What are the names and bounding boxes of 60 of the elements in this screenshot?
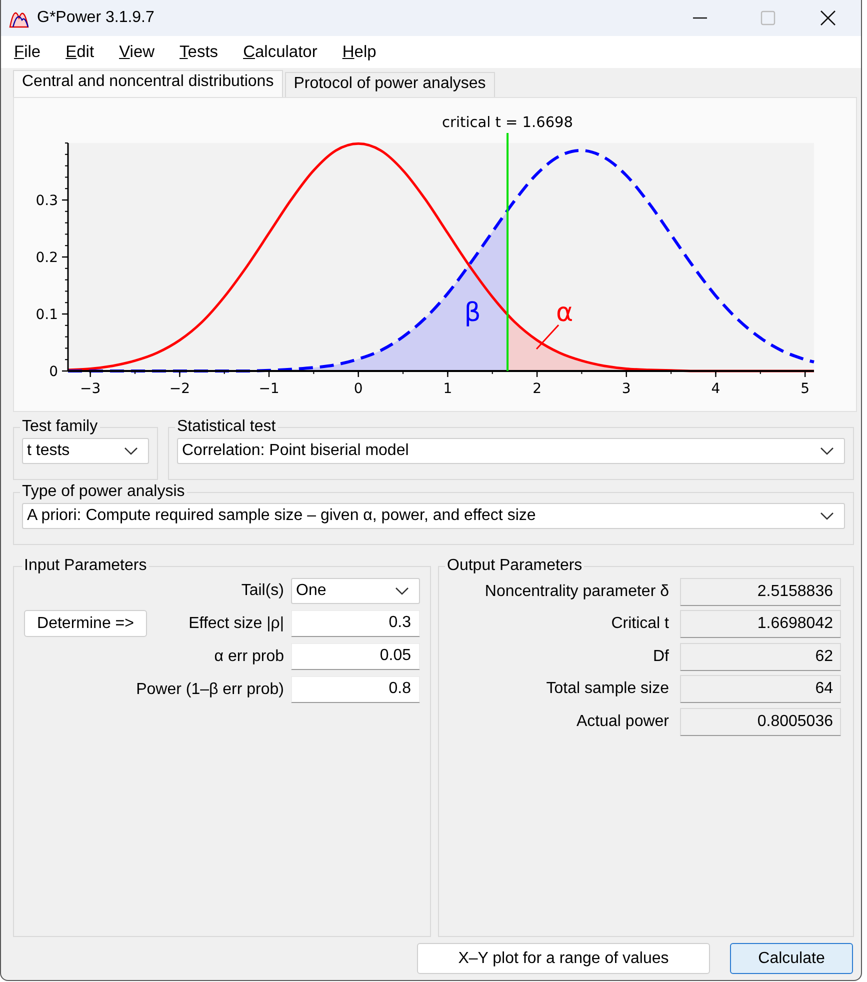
field-label: Tail(s) [240, 582, 284, 600]
axis-label: −2 [169, 381, 190, 397]
tab[interactable]: Protocol of power analyses [284, 72, 495, 97]
output-field: 62 [680, 642, 841, 670]
group-title: Type of power analysis [21, 483, 186, 501]
axis-label: 0.3 [36, 193, 58, 209]
menu-item[interactable]: View [112, 40, 162, 64]
output-field: 1.6698042 [680, 610, 841, 638]
axis-label: 3 [622, 381, 631, 397]
output-field: 2.5158836 [680, 578, 841, 606]
determine-button[interactable]: Determine => [24, 610, 147, 637]
menu-item[interactable]: File [7, 40, 48, 64]
axis-label: 0.2 [36, 250, 58, 266]
menu-item[interactable]: Help [335, 40, 384, 64]
dropdown[interactable]: t tests [22, 438, 149, 464]
axis-label: 2 [532, 381, 542, 397]
menu-item[interactable]: Calculator [236, 40, 324, 64]
group-title: Input Parameters [23, 557, 148, 575]
group-title: Statistical test [176, 418, 277, 436]
axis-label: 0 [49, 364, 58, 380]
close-icon[interactable] [820, 10, 836, 26]
dropdown[interactable]: Correlation: Point biserial model [177, 438, 845, 464]
output-field: 0.8005036 [680, 708, 841, 736]
tab[interactable]: Central and noncentral distributions [13, 70, 283, 97]
field-label: Total sample size [545, 680, 669, 698]
field-label: Actual power [576, 712, 669, 730]
group-title: Output Parameters [446, 557, 584, 575]
plot-button[interactable]: X–Y plot for a range of values [417, 943, 710, 974]
axis-label: 4 [711, 381, 720, 397]
field-label: Critical t [610, 615, 669, 633]
dropdown[interactable]: A priori: Compute required sample size – given α, power, and effect size [22, 503, 845, 529]
output-field: 64 [680, 675, 841, 703]
chevron-icon [124, 447, 138, 455]
menu-item[interactable]: Tests [172, 40, 226, 64]
field-label: Power (1–β err prob) [135, 680, 284, 698]
critical-value-label: critical t = 1.6698 [442, 115, 574, 131]
group-title: Test family [21, 418, 99, 436]
menu-item[interactable]: Edit [58, 40, 102, 64]
axis-label: 0.1 [36, 307, 58, 323]
axis-label: 5 [800, 381, 810, 397]
field-label: Noncentrality parameter δ [484, 582, 669, 600]
window-title: G*Power 3.1.9.7 [37, 9, 154, 27]
field-label: Df [652, 648, 669, 666]
leader-line [536, 324, 560, 350]
chevron-icon [820, 447, 834, 455]
chevron-icon [395, 586, 409, 594]
input-field[interactable]: 0.8 [291, 676, 420, 703]
axis-label: 0 [354, 381, 363, 397]
axis-label: −1 [258, 381, 280, 397]
calculate-button[interactable]: Calculate [730, 943, 853, 974]
input-field[interactable]: 0.3 [291, 610, 420, 637]
field-label: Effect size |ρ| [188, 614, 284, 632]
field-label: α err prob [213, 648, 284, 666]
axis-label: 1 [443, 381, 452, 397]
area-label: α [556, 298, 574, 328]
area-label: β [464, 298, 481, 328]
dropdown[interactable]: One [291, 578, 420, 604]
axis-label: −3 [80, 381, 101, 397]
chevron-icon [820, 512, 834, 520]
input-field[interactable]: 0.05 [291, 643, 420, 670]
